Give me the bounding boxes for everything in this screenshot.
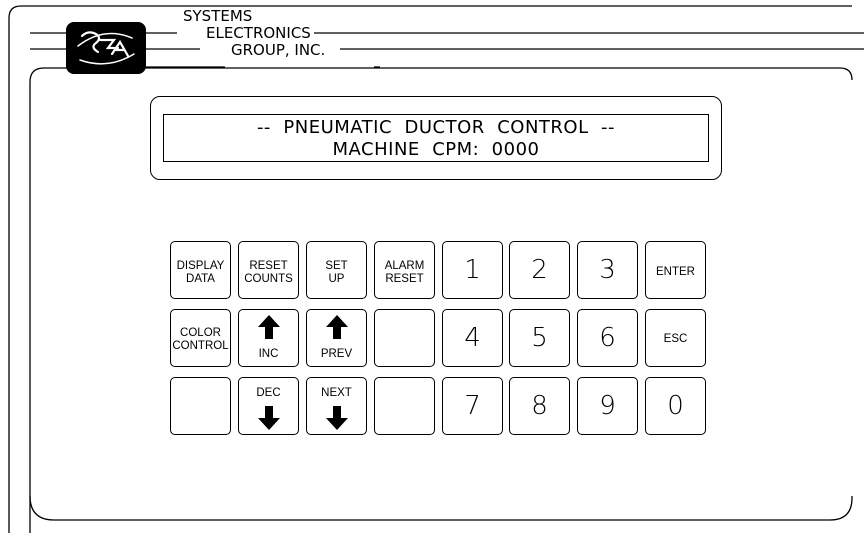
lcd-display: -- PNEUMATIC DUCTOR CONTROL -- MACHINE C… — [163, 114, 709, 162]
digit-8-button[interactable]: 8 — [509, 377, 570, 435]
reset-counts-button[interactable]: RESET COUNTS — [238, 241, 299, 299]
digit-5-button[interactable]: 5 — [509, 309, 570, 367]
dec-button[interactable]: DEC — [238, 377, 299, 435]
blank-key-row3-left[interactable] — [170, 377, 231, 435]
arrow-up-icon — [257, 315, 280, 339]
next-button[interactable]: NEXT — [306, 377, 367, 435]
company-name-line1: SYSTEMS — [180, 8, 256, 24]
digit-1-button[interactable]: 1 — [442, 241, 503, 299]
prev-button[interactable]: PREV — [306, 309, 367, 367]
lcd-title: -- PNEUMATIC DUCTOR CONTROL -- — [256, 117, 616, 138]
digit-9-button[interactable]: 9 — [577, 377, 638, 435]
set-up-button[interactable]: SET UP — [306, 241, 367, 299]
display-data-button[interactable]: DISPLAY DATA — [170, 241, 231, 299]
alarm-reset-button[interactable]: ALARM RESET — [374, 241, 435, 299]
arrow-down-icon — [325, 406, 348, 430]
lcd-machine-cpm: MACHINE CPM: 0000 — [332, 139, 540, 160]
blank-key-row3-right[interactable] — [374, 377, 435, 435]
company-name-line2: ELECTRONICS — [203, 25, 314, 41]
esc-button[interactable]: ESC — [645, 309, 706, 367]
sega-logo-icon — [66, 22, 146, 74]
digit-4-button[interactable]: 4 — [442, 309, 503, 367]
blank-key-row2[interactable] — [374, 309, 435, 367]
digit-6-button[interactable]: 6 — [577, 309, 638, 367]
arrow-down-icon — [257, 406, 280, 430]
company-name-line3: GROUP, INC. — [228, 42, 329, 58]
enter-button[interactable]: ENTER — [645, 241, 706, 299]
digit-3-button[interactable]: 3 — [577, 241, 638, 299]
digit-0-button[interactable]: 0 — [645, 377, 706, 435]
lcd-display-frame: -- PNEUMATIC DUCTOR CONTROL -- MACHINE C… — [150, 96, 722, 180]
digit-2-button[interactable]: 2 — [509, 241, 570, 299]
color-control-button[interactable]: COLOR CONTROL — [170, 309, 231, 367]
inc-button[interactable]: INC — [238, 309, 299, 367]
arrow-up-icon — [325, 315, 348, 339]
digit-7-button[interactable]: 7 — [442, 377, 503, 435]
